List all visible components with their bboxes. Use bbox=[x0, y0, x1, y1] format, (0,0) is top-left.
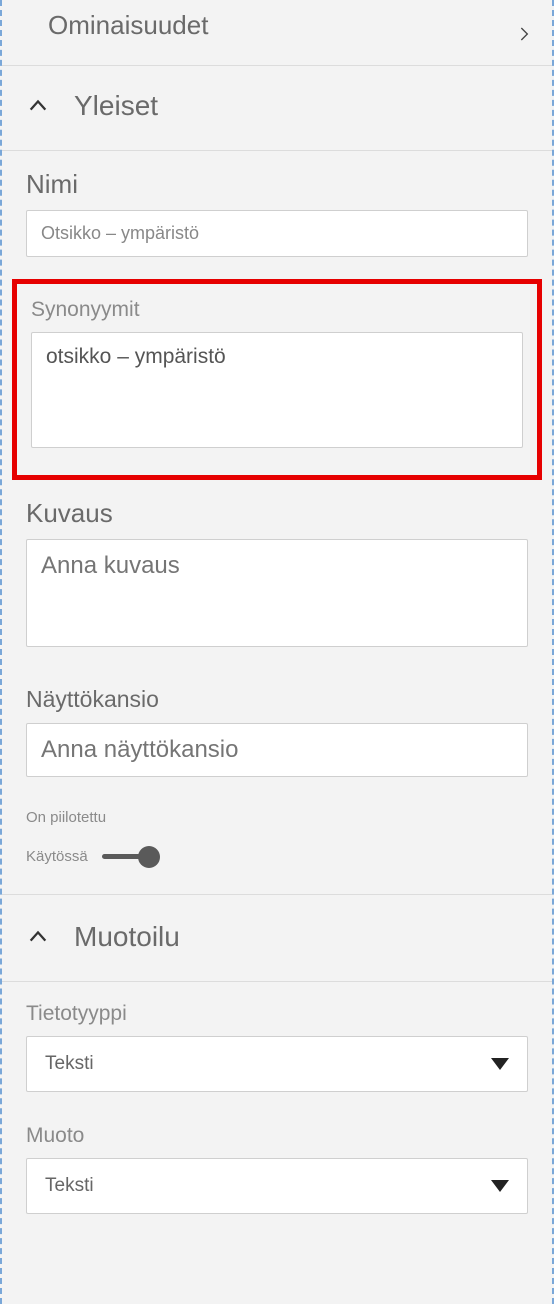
toggle-knob bbox=[138, 846, 160, 868]
synonyms-highlight: Synonyymit bbox=[12, 279, 542, 480]
description-input[interactable] bbox=[26, 539, 528, 647]
description-label: Kuvaus bbox=[26, 498, 528, 529]
properties-header[interactable]: Ominaisuudet bbox=[2, 0, 552, 66]
toggle-row: Käytössä bbox=[2, 840, 552, 894]
display-folder-label: Näyttökansio bbox=[26, 686, 528, 713]
dropdown-caret-icon bbox=[491, 1058, 509, 1070]
datatype-value: Teksti bbox=[45, 1053, 94, 1075]
formatting-section-title: Muotoilu bbox=[74, 921, 180, 953]
datatype-label: Tietotyyppi bbox=[26, 1002, 528, 1026]
general-section-header[interactable]: Yleiset bbox=[2, 66, 552, 151]
format-value: Teksti bbox=[45, 1175, 94, 1197]
properties-title: Ominaisuudet bbox=[48, 10, 208, 41]
name-input[interactable] bbox=[26, 210, 528, 257]
chevron-up-icon bbox=[26, 94, 50, 118]
general-section-title: Yleiset bbox=[74, 90, 158, 122]
name-label: Nimi bbox=[26, 169, 528, 200]
formatting-section-header[interactable]: Muotoilu bbox=[2, 894, 552, 982]
toggle-label: Käytössä bbox=[26, 848, 88, 865]
datatype-select[interactable]: Teksti bbox=[26, 1036, 528, 1092]
display-folder-input[interactable] bbox=[26, 723, 528, 777]
properties-panel: Ominaisuudet Yleiset Nimi Synonyymit Kuv… bbox=[0, 0, 554, 1304]
datatype-group: Tietotyyppi Teksti bbox=[2, 982, 552, 1102]
dropdown-caret-icon bbox=[491, 1180, 509, 1192]
synonyms-input[interactable] bbox=[31, 332, 523, 448]
display-folder-group: Näyttökansio bbox=[2, 662, 552, 787]
hidden-group: On piilotettu bbox=[2, 787, 552, 826]
format-select[interactable]: Teksti bbox=[26, 1158, 528, 1214]
description-field-group: Kuvaus bbox=[2, 488, 552, 662]
hidden-toggle[interactable] bbox=[102, 846, 162, 866]
synonyms-label: Synonyymit bbox=[31, 298, 523, 322]
hidden-label: On piilotettu bbox=[26, 809, 528, 826]
name-field-group: Nimi bbox=[2, 151, 552, 267]
format-group: Muoto Teksti bbox=[2, 1102, 552, 1224]
format-label: Muoto bbox=[26, 1124, 528, 1148]
chevron-right-icon bbox=[516, 18, 532, 34]
chevron-up-icon bbox=[26, 925, 50, 949]
